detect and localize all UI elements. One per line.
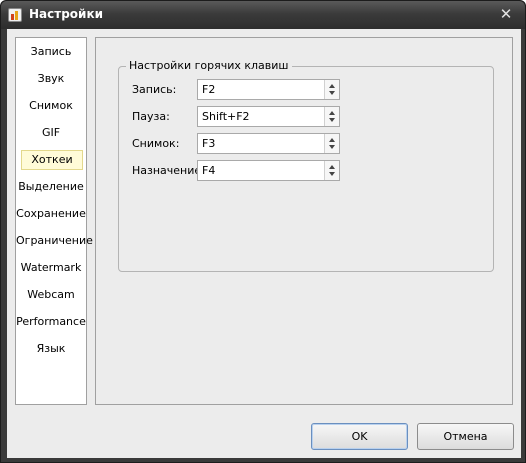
record-hotkey-value: F2	[202, 83, 216, 96]
sidebar-item-selection[interactable]: Выделение	[16, 177, 86, 197]
screenshot-hotkey-label: Снимок:	[132, 137, 180, 150]
spin-up-icon[interactable]	[329, 138, 335, 142]
groupbox-title: Настройки горячих клавиш	[126, 59, 292, 72]
sidebar-item-watermark[interactable]: Watermark	[16, 258, 86, 278]
record-hotkey-field[interactable]: F2	[197, 79, 340, 100]
hotkeys-groupbox: Настройки горячих клавиш Запись: F2 Пауз…	[118, 59, 494, 272]
spin-up-icon[interactable]	[329, 165, 335, 169]
assign-hotkey-label: Назначение:	[132, 164, 205, 177]
assign-hotkey-field[interactable]: F4	[197, 160, 340, 181]
spin-up-icon[interactable]	[329, 111, 335, 115]
spin-up-icon[interactable]	[329, 84, 335, 88]
spin-down-icon[interactable]	[329, 118, 335, 122]
dialog-body: Запись Звук Снимок GIF Хоткеи Выделение …	[7, 29, 521, 458]
title-bar[interactable]: Настройки ✕	[1, 1, 525, 29]
spin-down-icon[interactable]	[329, 172, 335, 176]
settings-content-panel: Настройки горячих клавиш Запись: F2 Пауз…	[95, 37, 513, 405]
record-hotkey-label: Запись:	[132, 83, 177, 96]
sidebar-item-saving[interactable]: Сохранение	[16, 204, 86, 224]
sidebar-item-hotkeys[interactable]: Хоткеи	[21, 150, 83, 170]
sidebar-item-limits[interactable]: Ограничение	[16, 231, 93, 251]
ok-button[interactable]: OK	[311, 423, 408, 450]
screenshot-hotkey-field[interactable]: F3	[197, 133, 340, 154]
sidebar-item-gif[interactable]: GIF	[16, 123, 86, 143]
sidebar-item-record[interactable]: Запись	[16, 42, 86, 62]
record-hotkey-spinner[interactable]	[324, 80, 339, 99]
sidebar-item-performance[interactable]: Performance	[16, 312, 86, 332]
sidebar-item-sound[interactable]: Звук	[16, 69, 86, 89]
pause-hotkey-label: Пауза:	[132, 110, 170, 123]
sidebar-item-language[interactable]: Язык	[16, 339, 86, 359]
pause-hotkey-value: Shift+F2	[202, 110, 250, 123]
screenshot-hotkey-spinner[interactable]	[324, 134, 339, 153]
pause-hotkey-field[interactable]: Shift+F2	[197, 106, 340, 127]
assign-hotkey-value: F4	[202, 164, 216, 177]
spin-down-icon[interactable]	[329, 145, 335, 149]
screenshot-hotkey-value: F3	[202, 137, 216, 150]
sidebar-item-webcam[interactable]: Webcam	[16, 285, 86, 305]
cancel-button[interactable]: Отмена	[417, 423, 514, 450]
settings-sidebar: Запись Звук Снимок GIF Хоткеи Выделение …	[15, 37, 93, 405]
app-icon	[8, 8, 22, 22]
close-icon[interactable]: ✕	[497, 5, 515, 23]
window-title: Настройки	[29, 7, 104, 21]
settings-window: Настройки ✕ Запись Звук Снимок GIF Хотке…	[0, 0, 526, 463]
sidebar-item-screenshot[interactable]: Снимок	[16, 96, 86, 116]
spin-down-icon[interactable]	[329, 91, 335, 95]
assign-hotkey-spinner[interactable]	[324, 161, 339, 180]
pause-hotkey-spinner[interactable]	[324, 107, 339, 126]
